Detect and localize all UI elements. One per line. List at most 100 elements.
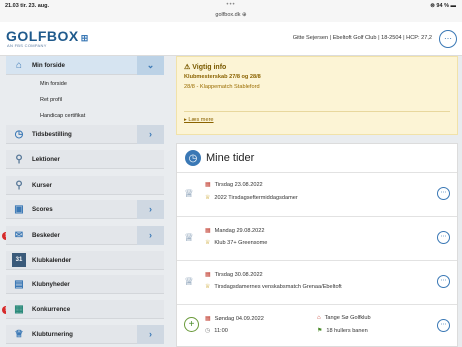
main-content: ⚠ Vigtig info Klubmesterskab 27/8 og 28/…	[172, 56, 462, 347]
add-icon[interactable]: +	[184, 317, 199, 332]
chevron-right-icon[interactable]: ›	[137, 226, 164, 245]
sidebar-item-label: Konkurrence	[32, 305, 71, 313]
user-info: Gitte Sejersen | Ebeltoft Golf Club | 18…	[292, 35, 432, 41]
sub-item-min-forside[interactable]: Min forside	[40, 81, 67, 87]
sidebar-item-klubturnering[interactable]: ♕ Klubturnering ›	[6, 325, 164, 344]
entry-name: Klub 37+ Greensome	[214, 239, 268, 246]
flag-icon: ⚑	[317, 328, 323, 334]
clock-icon: ◷	[205, 328, 211, 334]
entry-time: 11:00	[214, 327, 228, 334]
list-item[interactable]: + ▦ Søndag 04.09.2022 ◷ 11:00 ⌂ Tange Sø Go…	[177, 304, 457, 347]
entry-time-row: ◷ 11:00	[205, 327, 228, 335]
sidebar-item-klubnyheder[interactable]: ▤ Klubnyheder	[6, 275, 164, 294]
clock-icon: ◷	[14, 128, 24, 140]
golf-club-icon: ⚲	[15, 179, 23, 191]
chevron-right-icon[interactable]: ›	[137, 125, 164, 144]
more-options-button[interactable]: ⋯	[437, 231, 450, 244]
divider	[184, 111, 450, 112]
sidebar-item-label: Min forside	[32, 61, 66, 69]
sidebar-item-tidsbestilling[interactable]: ◷ Tidsbestilling ›	[6, 125, 164, 144]
battery-indicator: ⊜ 94 % ▬	[430, 3, 456, 9]
entry-date: Søndag 04.09.2022	[214, 315, 264, 322]
entry-name-row: ♕ Tirsdagsdamernes venskabsmatch Grenaa/E…	[205, 283, 342, 291]
trophy-icon: ♕	[205, 284, 211, 290]
sidebar-item-label: Klubkalender	[32, 256, 72, 264]
entry-name: Tirsdagsdamernes venskabsmatch Grenaa/Eb…	[214, 283, 342, 290]
chevron-right-icon[interactable]: ›	[137, 325, 164, 344]
entry-club: Tange Sø Golfklub	[324, 315, 371, 321]
chevron-right-icon[interactable]: ›	[137, 200, 164, 219]
entry-date-row: ▦ Søndag 04.09.2022	[205, 315, 264, 323]
golfbox-logo[interactable]: GOLFBOX ⊞	[6, 28, 89, 44]
sidebar-item-label: Lektioner	[32, 155, 60, 163]
entry-date: Tirsdag 23.08.2022	[214, 181, 263, 188]
entry-course-row: ⚑ 18 hullers banen	[317, 327, 368, 335]
sidebar: ⌂ Min forside ⌄ Min forside Ret profil H…	[0, 56, 170, 347]
sidebar-item-scores[interactable]: ▣ Scores ›	[6, 200, 164, 219]
trophy-icon: ♕	[184, 276, 194, 288]
address-bar[interactable]: golfbox.dk ⊕	[0, 12, 462, 18]
sidebar-item-label: Tidsbestilling	[32, 130, 72, 138]
home-icon: ⌂	[317, 315, 321, 321]
calendar-icon: ▦	[205, 316, 211, 322]
tab-dots[interactable]: •••	[0, 2, 462, 8]
calendar-icon: 31	[12, 253, 26, 267]
sidebar-item-beskeder[interactable]: ✉ Beskeder ›	[6, 226, 164, 245]
read-more-link[interactable]: ▸ Læs mere	[184, 117, 214, 123]
my-times-header: ◷ Mine tider	[185, 150, 254, 166]
more-options-button[interactable]: ⋯	[437, 187, 450, 200]
envelope-icon: ✉	[14, 229, 24, 241]
sidebar-item-label: Beskeder	[32, 231, 60, 239]
trophy-icon: ♕	[184, 188, 194, 200]
entry-course: 18 hullers banen	[326, 327, 368, 334]
my-times-title: Mine tider	[206, 152, 255, 164]
trophy-icon: ♕	[205, 195, 211, 201]
info-title: ⚠ Vigtig info	[184, 64, 227, 71]
sidebar-item-klubkalender[interactable]: 31 Klubkalender	[6, 251, 164, 270]
app-header: GOLFBOX ⊞ AN FBS COMPANY Gitte Sejersen |…	[0, 22, 462, 56]
home-icon: ⌂	[15, 59, 23, 71]
chevron-down-icon[interactable]: ⌄	[137, 56, 164, 75]
calendar-icon: ▦	[205, 272, 211, 278]
entry-name-row: ♕ Klub 37+ Greensome	[205, 239, 268, 247]
entry-name: 2022 Tirsdagseftermiddagsdamer	[214, 194, 298, 201]
sidebar-item-label: Kurser	[32, 181, 52, 189]
gift-icon: ▦	[14, 303, 24, 315]
list-item[interactable]: ♕ ▦ Mandag 29.08.2022 ♕ Klub 37+ Greensome…	[177, 216, 457, 260]
entry-date: Tirsdag 30.08.2022	[214, 271, 263, 278]
clock-icon: ◷	[185, 150, 201, 166]
list-item[interactable]: ♕ ▦ Tirsdag 23.08.2022 ♕ 2022 Tirsdagsefte…	[177, 172, 457, 216]
entry-date-row: ▦ Mandag 29.08.2022	[205, 227, 265, 235]
info-line: Klubmesterskab 27/8 og 28/8	[184, 74, 261, 80]
sidebar-item-label: Klubnyheder	[32, 280, 70, 288]
important-info-card: ⚠ Vigtig info Klubmesterskab 27/8 og 28/…	[176, 56, 458, 135]
logo-subtitle: AN FBS COMPANY	[7, 43, 47, 48]
entry-date-row: ▦ Tirsdag 30.08.2022	[205, 271, 263, 279]
entry-date: Mandag 29.08.2022	[214, 227, 265, 234]
scorecard-icon: ▣	[14, 203, 24, 215]
golf-club-icon: ⚲	[15, 153, 23, 165]
entry-date-row: ▦ Tirsdag 23.08.2022	[205, 181, 263, 189]
trophy-icon: ♕	[184, 232, 194, 244]
entry-name-row: ♕ 2022 Tirsdagseftermiddagsdamer	[205, 194, 298, 202]
status-bar: 21.03 tir. 23. aug. ••• golfbox.dk ⊕ ⊜ 9…	[0, 0, 462, 22]
sidebar-item-lektioner[interactable]: ⚲ Lektioner	[6, 150, 164, 169]
sidebar-item-min-forside[interactable]: ⌂ Min forside ⌄	[6, 56, 164, 75]
user-menu-button[interactable]: ⋯	[439, 30, 457, 48]
logo-grid-icon: ⊞	[80, 33, 89, 43]
info-line: 28/8 - Klappematch Stableford	[184, 84, 260, 90]
sub-item-handicap-certifikat[interactable]: Handicap certifikat	[40, 113, 85, 119]
entry-club-row: ⌂ Tange Sø Golfklub	[317, 315, 371, 321]
calendar-icon: ▦	[205, 228, 211, 234]
list-item[interactable]: ♕ ▦ Tirsdag 30.08.2022 ♕ Tirsdagsdamernes …	[177, 260, 457, 304]
sidebar-item-kurser[interactable]: ⚲ Kurser	[6, 176, 164, 195]
sidebar-item-konkurrence[interactable]: ▦ Konkurrence	[6, 300, 164, 319]
my-times-card: ◷ Mine tider ♕ ▦ Tirsdag 23.08.2022 ♕ 2022…	[176, 143, 458, 347]
calendar-icon: ▦	[205, 182, 211, 188]
more-options-button[interactable]: ⋯	[437, 319, 450, 332]
more-options-button[interactable]: ⋯	[437, 275, 450, 288]
trophy-icon: ♕	[205, 240, 211, 246]
newspaper-icon: ▤	[14, 278, 24, 290]
sub-item-ret-profil[interactable]: Ret profil	[40, 97, 62, 103]
sidebar-item-label: Klubturnering	[32, 330, 73, 338]
